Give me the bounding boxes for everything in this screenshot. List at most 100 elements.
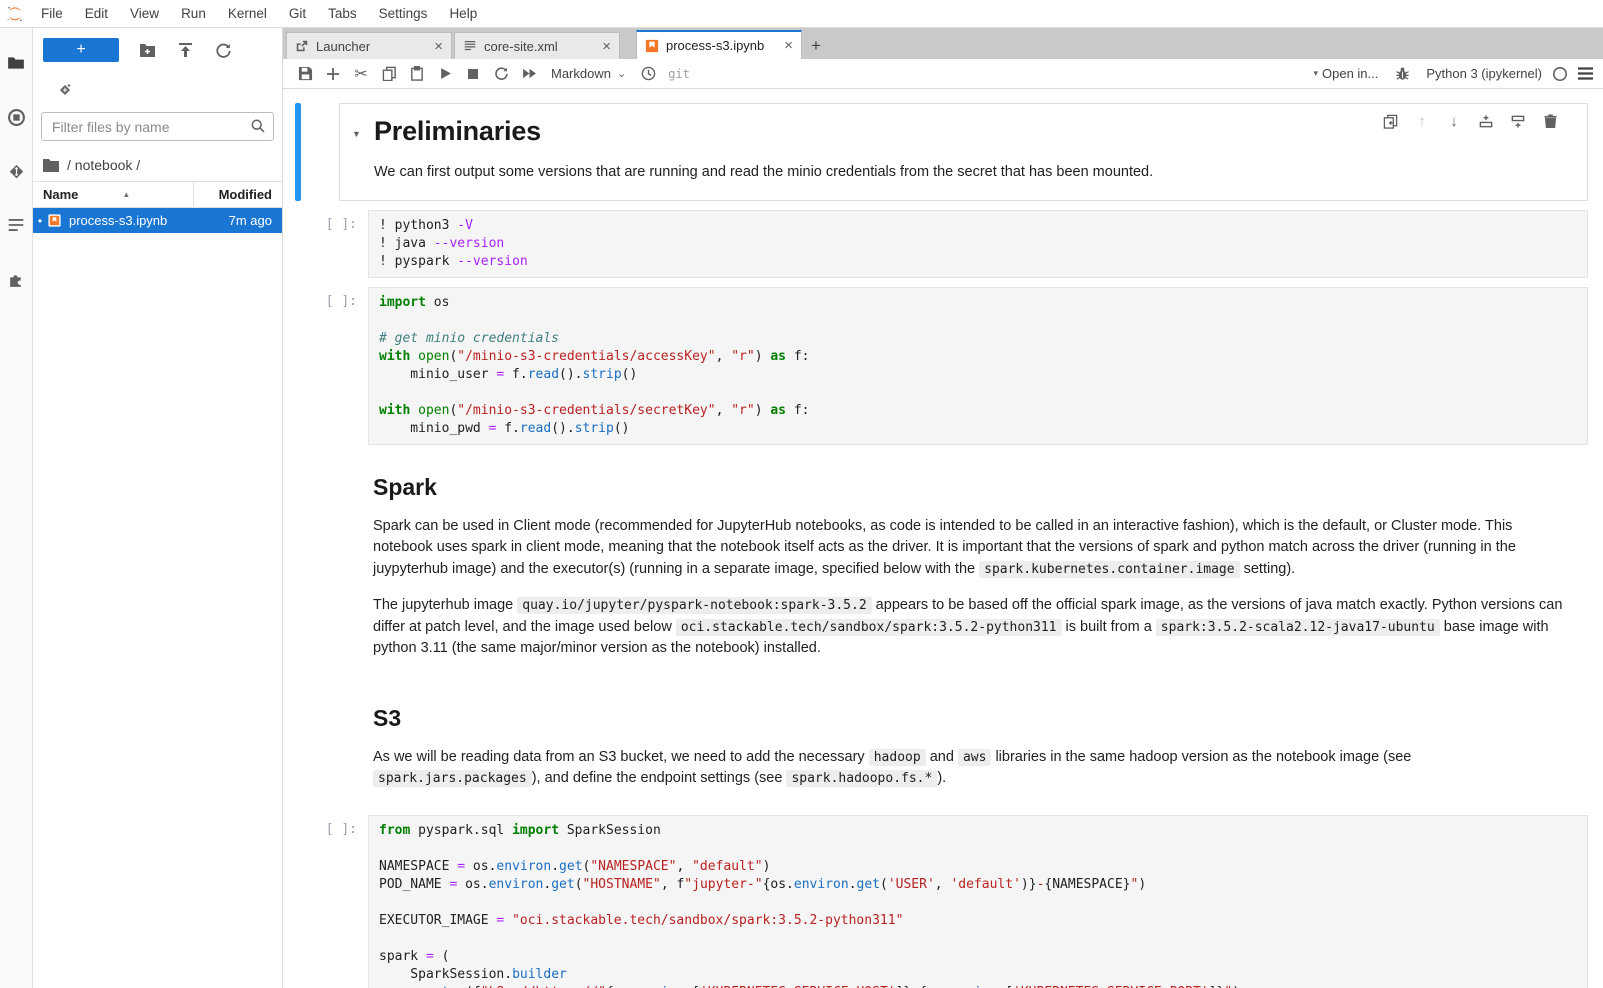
menu-bar-items: FileEditViewRunKernelGitTabsSettingsHelp	[30, 0, 488, 27]
markdown-paragraph: The jupyterhub image quay.io/jupyter/pys…	[373, 595, 1572, 660]
tab-launcher[interactable]: Launcher ×	[286, 32, 452, 59]
markdown-cell-content[interactable]: Spark Spark can be used in Client mode (r…	[339, 454, 1588, 676]
menu-item-view[interactable]: View	[119, 0, 170, 27]
text-file-icon	[463, 39, 477, 53]
markdown-cell-content[interactable]: S3As we will be reading data from an S3 …	[339, 685, 1588, 806]
collapse-heading-icon[interactable]: ▼	[352, 129, 361, 139]
running-kernels-icon[interactable]	[0, 96, 33, 138]
copy-icon[interactable]	[375, 62, 403, 86]
tab-label: core-site.xml	[484, 39, 595, 54]
launcher-icon	[295, 39, 309, 53]
menu-item-run[interactable]: Run	[170, 0, 217, 27]
markdown-heading: Spark	[373, 474, 1572, 501]
notebook-cell[interactable]: S3As we will be reading data from an S3 …	[295, 685, 1603, 806]
inline-code: oci.stackable.tech/sandbox/spark:3.5.2-p…	[676, 619, 1062, 636]
markdown-paragraph: Spark can be used in Client mode (recomm…	[373, 516, 1572, 581]
markdown-paragraph: As we will be reading data from an S3 bu…	[373, 747, 1572, 790]
notebook-cell[interactable]: [ ]: ! python3 -V! java --version! pyspar…	[295, 210, 1603, 278]
inline-code: quay.io/jupyter/pyspark-notebook:spark-3…	[517, 597, 871, 614]
refresh-icon[interactable]	[213, 40, 233, 60]
kernel-name-button[interactable]: Python 3 (ipykernel)	[1426, 66, 1542, 81]
duplicate-cell-button[interactable]	[1381, 112, 1399, 130]
markdown-paragraph: We can first output some versions that a…	[374, 162, 1571, 184]
table-of-contents-icon[interactable]	[0, 204, 33, 246]
close-icon[interactable]: ×	[434, 39, 443, 54]
upload-icon[interactable]	[175, 40, 195, 60]
code-editor[interactable]: import os # get minio credentialswith op…	[368, 287, 1588, 445]
inline-code: hadoop	[869, 749, 926, 766]
column-modified[interactable]: Modified	[194, 182, 282, 207]
menu-item-tabs[interactable]: Tabs	[317, 0, 368, 27]
notebook-cells: ▼PreliminariesWe can first output some v…	[295, 103, 1603, 988]
notebook-cell[interactable]: ▼PreliminariesWe can first output some v…	[295, 103, 1603, 201]
extensions-icon[interactable]	[0, 258, 33, 300]
bug-icon[interactable]	[1388, 62, 1416, 86]
move-cell-down-button[interactable]: ↓	[1445, 112, 1463, 130]
dock-tab-bar: Launcher × core-site.xml × process-s3.ip…	[283, 28, 1603, 59]
kernel-idle-circle-icon[interactable]	[1552, 66, 1568, 82]
tab-core-site-xml[interactable]: core-site.xml ×	[454, 32, 620, 59]
breadcrumb[interactable]: / notebook /	[33, 149, 282, 181]
cell-prompt: [ ]:	[301, 217, 357, 232]
stop-icon[interactable]	[459, 62, 487, 86]
git-icon[interactable]	[0, 150, 33, 192]
new-folder-icon[interactable]	[137, 40, 157, 60]
left-sidebar-rail	[0, 28, 33, 988]
git-clone-icon[interactable]	[33, 68, 282, 102]
run-all-icon[interactable]	[515, 62, 543, 86]
breadcrumb-path: / notebook /	[67, 157, 140, 173]
save-icon[interactable]	[291, 62, 319, 86]
new-tab-button[interactable]: +	[802, 32, 830, 59]
search-icon	[250, 118, 266, 134]
notebook-cell[interactable]: Spark Spark can be used in Client mode (r…	[295, 454, 1603, 676]
tab-process-s3-ipynb[interactable]: process-s3.ipynb ×	[636, 30, 802, 59]
close-icon[interactable]: ×	[784, 38, 793, 53]
menu-item-settings[interactable]: Settings	[368, 0, 439, 27]
inline-code: spark.kubernetes.container.image	[979, 561, 1239, 578]
cell-type-dropdown[interactable]: Markdown ⌄	[543, 66, 634, 81]
new-launcher-button[interactable]: +	[43, 38, 119, 62]
chevron-down-icon: ⌄	[617, 67, 626, 80]
filter-files-input[interactable]	[41, 112, 274, 141]
menu-item-file[interactable]: File	[30, 0, 74, 27]
paste-icon[interactable]	[403, 62, 431, 86]
notebook-toolbar: ✂ Markdown ⌄	[283, 59, 1603, 89]
menu-item-help[interactable]: Help	[438, 0, 488, 27]
unsaved-dot: •	[33, 214, 47, 228]
cell-prompt: [ ]:	[301, 822, 357, 837]
menu-item-edit[interactable]: Edit	[74, 0, 119, 27]
move-cell-up-button: ↑	[1413, 112, 1431, 130]
recent-history-icon[interactable]	[634, 62, 662, 86]
run-icon[interactable]	[431, 62, 459, 86]
close-icon[interactable]: ×	[602, 39, 611, 54]
folder-icon	[43, 159, 59, 172]
markdown-cell-content[interactable]: ▼PreliminariesWe can first output some v…	[339, 103, 1588, 201]
file-browser-panel: + / not	[33, 28, 283, 988]
column-name[interactable]: Name ▲	[33, 182, 194, 207]
menu-item-kernel[interactable]: Kernel	[217, 0, 278, 27]
cut-icon[interactable]: ✂	[347, 62, 375, 86]
insert-cell-above-button[interactable]	[1477, 112, 1495, 130]
sort-ascending-icon: ▲	[122, 190, 130, 199]
menu-bar: FileEditViewRunKernelGitTabsSettingsHelp	[0, 0, 1603, 28]
hamburger-icon[interactable]	[1578, 67, 1593, 80]
inline-code: spark.hadoopo.fs.*	[786, 770, 937, 787]
delete-cell-button[interactable]	[1541, 112, 1559, 130]
tab-label: Launcher	[316, 39, 427, 54]
file-list-header: Name ▲ Modified	[33, 181, 282, 208]
notebook-file-icon	[47, 213, 62, 228]
code-editor[interactable]: ! python3 -V! java --version! pyspark --…	[368, 210, 1588, 278]
cell-toolbar: ↑↓	[1381, 112, 1559, 130]
notebook-panel: ▼PreliminariesWe can first output some v…	[283, 89, 1603, 988]
open-in-dropdown[interactable]: ▾ Open in...	[1313, 66, 1378, 81]
add-cell-icon[interactable]	[319, 62, 347, 86]
notebook-cell[interactable]: [ ]:import os # get minio credentialswit…	[295, 287, 1603, 445]
file-row-process-s3[interactable]: • process-s3.ipynb 7m ago	[33, 208, 282, 233]
inline-code: aws	[958, 749, 991, 766]
insert-cell-below-button[interactable]	[1509, 112, 1527, 130]
restart-kernel-icon[interactable]	[487, 62, 515, 86]
file-browser-tab-folder-icon[interactable]	[0, 42, 33, 84]
menu-item-git[interactable]: Git	[278, 0, 317, 27]
code-editor[interactable]: from pyspark.sql import SparkSession NAM…	[368, 815, 1588, 988]
notebook-cell[interactable]: [ ]: from pyspark.sql import SparkSession…	[295, 815, 1603, 988]
